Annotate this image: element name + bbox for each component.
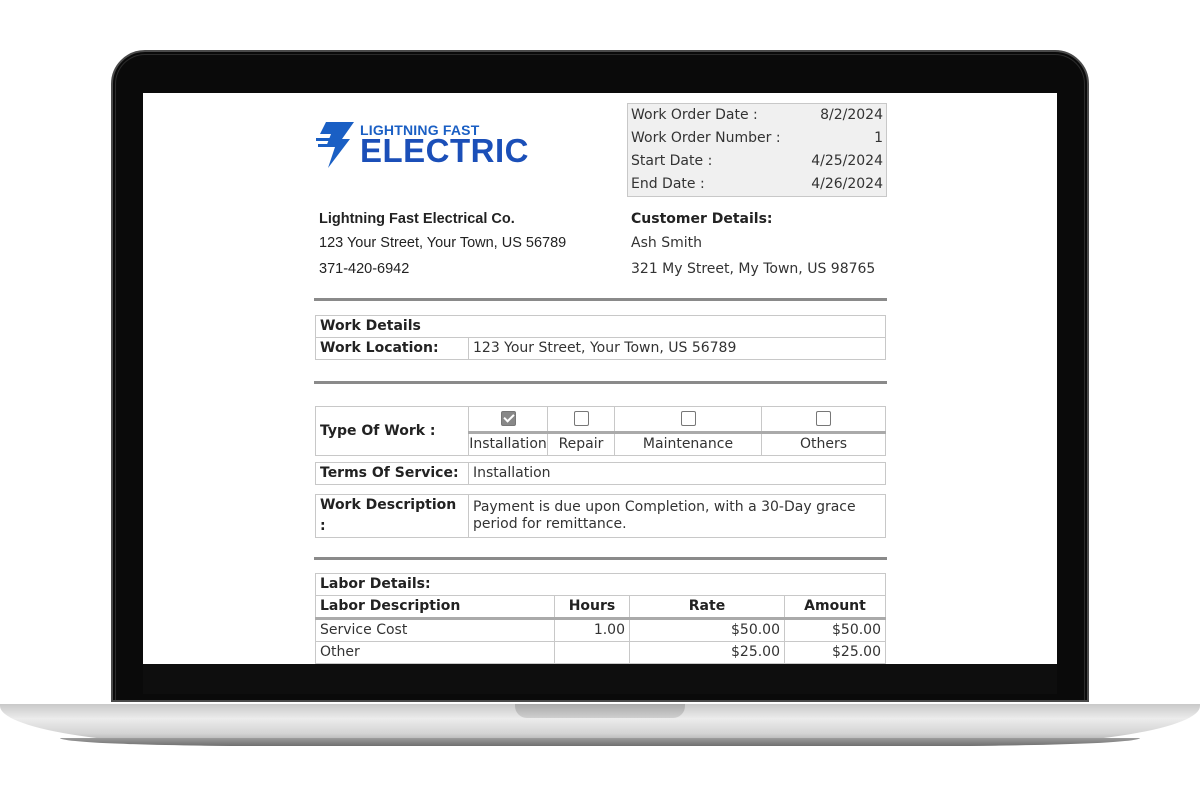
laptop-bezel [143,664,1057,694]
labor-rate-cell: $25.00 [629,641,785,664]
checkbox-cell-maintenance [614,406,762,433]
col-header-rate: Rate [629,595,785,620]
work-order-info-box: Work Order Date : 8/2/2024 Work Order Nu… [627,103,887,197]
checkbox-cell-installation [468,406,548,433]
others-checkbox[interactable] [816,410,831,426]
laptop-notch [515,704,685,718]
info-row-end-date: End Date : 4/26/2024 [628,173,886,196]
screen: LIGHTNING FAST ELECTRIC Work Order Date … [143,93,1057,664]
work-location-label: Work Location: [315,337,469,360]
type-of-work-label: Type Of Work : [315,406,469,456]
work-description-label: Work Description : [315,494,469,538]
option-label-installation: Installation [468,430,548,457]
terms-value: Installation [468,462,886,485]
labor-hours-cell: 1.00 [554,618,630,642]
info-value: 4/25/2024 [811,153,883,169]
info-label: Work Order Date : [631,107,758,123]
labor-rate-cell: $50.00 [629,618,785,642]
lightning-bolt-icon [316,122,354,168]
labor-description-cell: Other [315,641,555,664]
labor-amount-cell: $50.00 [784,618,886,642]
company-name: Lightning Fast Electrical Co. [319,211,515,227]
repair-checkbox[interactable] [573,410,589,426]
work-location-value: 123 Your Street, Your Town, US 56789 [468,337,886,360]
info-value: 8/2/2024 [820,107,883,123]
option-label-others: Others [761,430,886,457]
info-value: 4/26/2024 [811,176,883,192]
terms-table: Terms Of Service: Installation [315,462,886,485]
option-label-maintenance: Maintenance [614,430,762,457]
work-description-table: Work Description : Payment is due upon C… [315,494,886,538]
info-row-work-order-number: Work Order Number : 1 [628,127,886,150]
customer-name: Ash Smith [631,235,702,251]
customer-address: 321 My Street, My Town, US 98765 [631,261,876,277]
checkbox-cell-repair [547,406,615,433]
logo-wordmark: ELECTRIC [360,132,529,169]
work-details-heading: Work Details [315,315,886,338]
info-row-start-date: Start Date : 4/25/2024 [628,150,886,173]
work-details-table: Work Details Work Location: 123 Your Str… [315,315,886,360]
labor-description-cell: Service Cost [315,618,555,642]
info-label: Start Date : [631,153,713,169]
option-label-repair: Repair [547,430,615,457]
maintenance-checkbox[interactable] [680,410,696,426]
company-phone: 371-420-6942 [319,261,410,277]
col-header-description: Labor Description [315,595,555,620]
checkbox-cell-others [761,406,886,433]
table-row: Service Cost 1.00 $50.00 $50.00 [315,618,886,642]
section-divider [314,557,887,560]
section-divider [314,381,887,384]
customer-heading: Customer Details: [631,211,773,227]
info-label: End Date : [631,176,705,192]
col-header-hours: Hours [554,595,630,620]
work-description-line: period for remittance. [473,516,627,532]
company-address: 123 Your Street, Your Town, US 56789 [319,235,567,251]
customer-details: Customer Details: Ash Smith 321 My Stree… [631,208,875,282]
work-description-value: Payment is due upon Completion, with a 3… [468,494,886,538]
section-divider [314,298,887,301]
info-row-work-order-date: Work Order Date : 8/2/2024 [628,104,886,127]
table-row: Other $25.00 $25.00 [315,641,886,664]
work-description-line: Payment is due upon Completion, with a 3… [473,499,856,515]
col-header-amount: Amount [784,595,886,620]
company-logo: LIGHTNING FAST ELECTRIC [316,122,556,168]
info-value: 1 [874,130,883,146]
labor-details-heading: Labor Details: [315,573,886,596]
labor-hours-cell [554,641,630,664]
installation-checkbox[interactable] [500,410,516,426]
labor-amount-cell: $25.00 [784,641,886,664]
type-of-work-table: Type Of Work : Installation Repair Maint… [315,406,886,457]
info-label: Work Order Number : [631,130,781,146]
company-details: Lightning Fast Electrical Co. 123 Your S… [319,208,566,282]
labor-details-table: Labor Details: Labor Description Hours R… [315,573,886,664]
terms-label: Terms Of Service: [315,462,469,485]
